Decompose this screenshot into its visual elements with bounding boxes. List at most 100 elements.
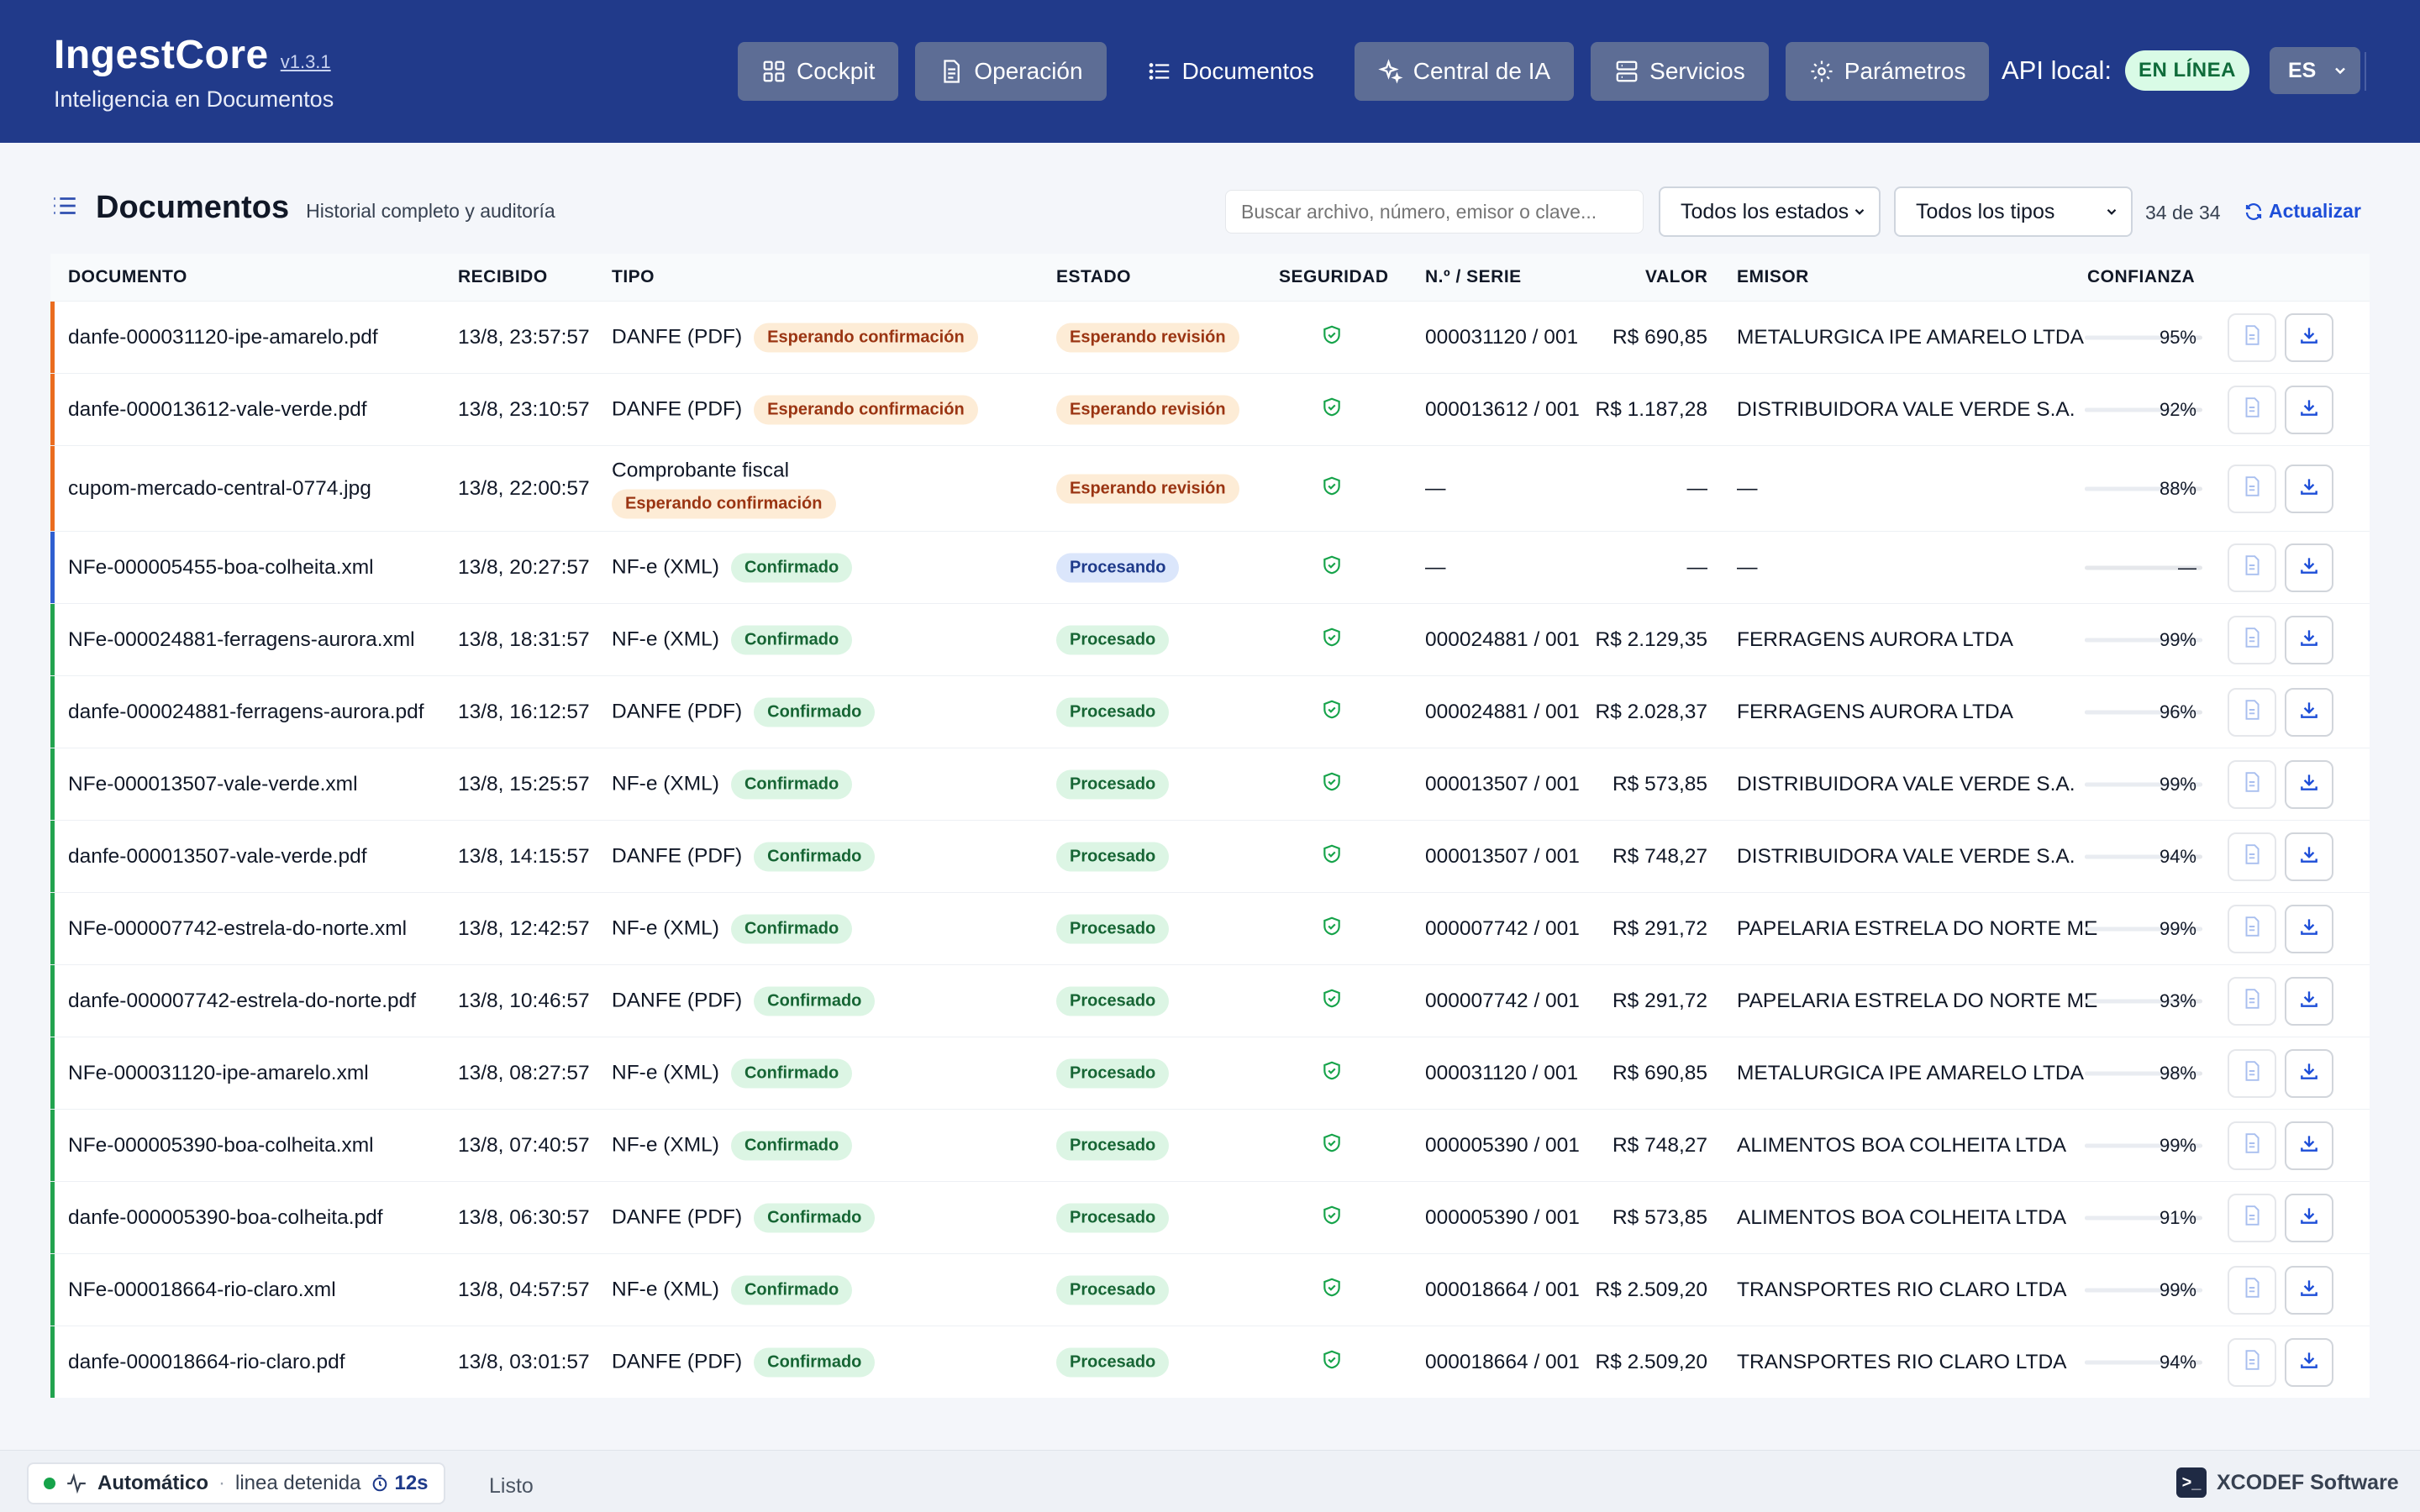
file-name[interactable]: danfe-000005390-boa-colheita.pdf	[68, 1206, 383, 1230]
download-button[interactable]	[2285, 1193, 2333, 1242]
col-number[interactable]: N.º / SERIE	[1425, 267, 1522, 287]
col-security[interactable]: SEGURIDAD	[1279, 267, 1389, 287]
type-filter-select[interactable]: Todos los tipos	[1894, 186, 2133, 237]
confirmation-badge: Esperando confirmación	[754, 323, 978, 352]
download-button[interactable]	[2285, 464, 2333, 513]
view-document-button[interactable]	[2228, 759, 2276, 809]
automation-toggle[interactable]: Automático · linea detenida 12s	[27, 1462, 445, 1504]
view-document-button[interactable]	[2228, 312, 2276, 362]
value-amount: R$ 573,85	[1612, 1205, 1707, 1229]
file-name[interactable]: NFe-000005455-boa-colheita.xml	[68, 556, 374, 580]
table-row[interactable]: danfe-000013507-vale-verde.pdf 13/8, 14:…	[50, 820, 2370, 892]
table-row[interactable]: danfe-000013612-vale-verde.pdf 13/8, 23:…	[50, 373, 2370, 445]
file-name[interactable]: NFe-000007742-estrela-do-norte.xml	[68, 917, 407, 941]
table-row[interactable]: NFe-000005390-boa-colheita.xml 13/8, 07:…	[50, 1109, 2370, 1181]
file-name[interactable]: cupom-mercado-central-0774.jpg	[68, 477, 371, 501]
download-button[interactable]	[2285, 904, 2333, 953]
confirmation-badge: Confirmado	[730, 553, 853, 582]
view-document-button[interactable]	[2228, 385, 2276, 434]
refresh-button[interactable]: Actualizar	[2244, 200, 2361, 223]
col-received[interactable]: RECIBIDO	[458, 267, 548, 287]
view-document-button[interactable]	[2228, 464, 2276, 513]
state-badge: Procesado	[1056, 1131, 1170, 1160]
file-name[interactable]: NFe-000024881-ferragens-aurora.xml	[68, 628, 415, 652]
nav-documentos[interactable]: Documentos	[1123, 42, 1338, 101]
nav-central-ia[interactable]: Central de IA	[1354, 42, 1575, 101]
download-button[interactable]	[2285, 1121, 2333, 1170]
issuer-name: TRANSPORTES RIO CLARO LTDA	[1737, 1278, 2067, 1301]
nav-cockpit[interactable]: Cockpit	[738, 42, 899, 101]
col-issuer[interactable]: EMISOR	[1737, 267, 1809, 287]
file-icon	[2241, 1349, 2263, 1375]
nav-servicios[interactable]: Servicios	[1591, 42, 1769, 101]
file-name[interactable]: NFe-000031120-ipe-amarelo.xml	[68, 1062, 369, 1085]
download-button[interactable]	[2285, 1337, 2333, 1387]
received-time: 13/8, 16:12:57	[458, 700, 590, 723]
file-name[interactable]: NFe-000018664-rio-claro.xml	[68, 1278, 336, 1302]
app-version[interactable]: v1.3.1	[281, 51, 331, 73]
view-document-button[interactable]	[2228, 543, 2276, 592]
table-row[interactable]: NFe-000005455-boa-colheita.xml 13/8, 20:…	[50, 531, 2370, 603]
download-button[interactable]	[2285, 312, 2333, 362]
table-row[interactable]: danfe-000031120-ipe-amarelo.pdf 13/8, 23…	[50, 301, 2370, 373]
result-count: 34 de 34	[2145, 202, 2221, 223]
language-select[interactable]: ES	[2269, 47, 2360, 94]
nav-operacion[interactable]: Operación	[915, 42, 1107, 101]
table-row[interactable]: cupom-mercado-central-0774.jpg 13/8, 22:…	[50, 445, 2370, 531]
file-name[interactable]: danfe-000024881-ferragens-aurora.pdf	[68, 701, 424, 724]
col-confidence[interactable]: CONFIANZA	[2087, 267, 2195, 287]
table-row[interactable]: NFe-000007742-estrela-do-norte.xml 13/8,…	[50, 892, 2370, 964]
download-icon	[2298, 475, 2320, 501]
type-cell: DANFE (PDF) Esperando confirmación	[612, 323, 978, 352]
status-filter-select[interactable]: Todos los estados	[1659, 186, 1881, 237]
download-button[interactable]	[2285, 615, 2333, 664]
view-document-button[interactable]	[2228, 904, 2276, 953]
search-input[interactable]	[1225, 190, 1644, 234]
download-button[interactable]	[2285, 385, 2333, 434]
received-time: 13/8, 20:27:57	[458, 555, 590, 579]
table-row[interactable]: danfe-000007742-estrela-do-norte.pdf 13/…	[50, 964, 2370, 1037]
download-button[interactable]	[2285, 687, 2333, 737]
col-document[interactable]: DOCUMENTO	[68, 267, 187, 287]
view-document-button[interactable]	[2228, 1265, 2276, 1315]
api-label: API local:	[2002, 55, 2112, 85]
confirmation-badge: Confirmado	[754, 842, 876, 871]
table-row[interactable]: NFe-000013507-vale-verde.xml 13/8, 15:25…	[50, 748, 2370, 820]
download-button[interactable]	[2285, 543, 2333, 592]
file-name[interactable]: danfe-000031120-ipe-amarelo.pdf	[68, 326, 378, 349]
table-row[interactable]: NFe-000018664-rio-claro.xml 13/8, 04:57:…	[50, 1253, 2370, 1326]
table-row[interactable]: NFe-000031120-ipe-amarelo.xml 13/8, 08:2…	[50, 1037, 2370, 1109]
file-name[interactable]: danfe-000007742-estrela-do-norte.pdf	[68, 990, 416, 1013]
table-row[interactable]: danfe-000005390-boa-colheita.pdf 13/8, 0…	[50, 1181, 2370, 1253]
view-document-button[interactable]	[2228, 615, 2276, 664]
file-name[interactable]: NFe-000005390-boa-colheita.xml	[68, 1134, 374, 1158]
view-document-button[interactable]	[2228, 1048, 2276, 1098]
view-document-button[interactable]	[2228, 976, 2276, 1026]
file-name[interactable]: danfe-000018664-rio-claro.pdf	[68, 1351, 345, 1374]
download-button[interactable]	[2285, 759, 2333, 809]
table-row[interactable]: danfe-000024881-ferragens-aurora.pdf 13/…	[50, 675, 2370, 748]
download-button[interactable]	[2285, 832, 2333, 881]
type-label: NF-e (XML)	[612, 1061, 719, 1084]
nav-parametros[interactable]: Parámetros	[1785, 42, 1990, 101]
file-name[interactable]: NFe-000013507-vale-verde.xml	[68, 773, 358, 796]
col-state[interactable]: ESTADO	[1056, 267, 1131, 287]
nav-central-ia-label: Central de IA	[1413, 58, 1551, 84]
download-button[interactable]	[2285, 976, 2333, 1026]
table-row[interactable]: danfe-000018664-rio-claro.pdf 13/8, 03:0…	[50, 1326, 2370, 1398]
col-value[interactable]: VALOR	[1645, 267, 1707, 287]
view-document-button[interactable]	[2228, 687, 2276, 737]
file-name[interactable]: danfe-000013612-vale-verde.pdf	[68, 398, 367, 422]
value-amount: R$ 573,85	[1612, 772, 1707, 795]
table-row[interactable]: NFe-000024881-ferragens-aurora.xml 13/8,…	[50, 603, 2370, 675]
type-label: NF-e (XML)	[612, 1133, 719, 1157]
view-document-button[interactable]	[2228, 832, 2276, 881]
view-document-button[interactable]	[2228, 1337, 2276, 1387]
type-label: NF-e (XML)	[612, 555, 719, 579]
file-name[interactable]: danfe-000013507-vale-verde.pdf	[68, 845, 367, 869]
view-document-button[interactable]	[2228, 1121, 2276, 1170]
view-document-button[interactable]	[2228, 1193, 2276, 1242]
col-type[interactable]: TIPO	[612, 267, 655, 287]
download-button[interactable]	[2285, 1048, 2333, 1098]
download-button[interactable]	[2285, 1265, 2333, 1315]
